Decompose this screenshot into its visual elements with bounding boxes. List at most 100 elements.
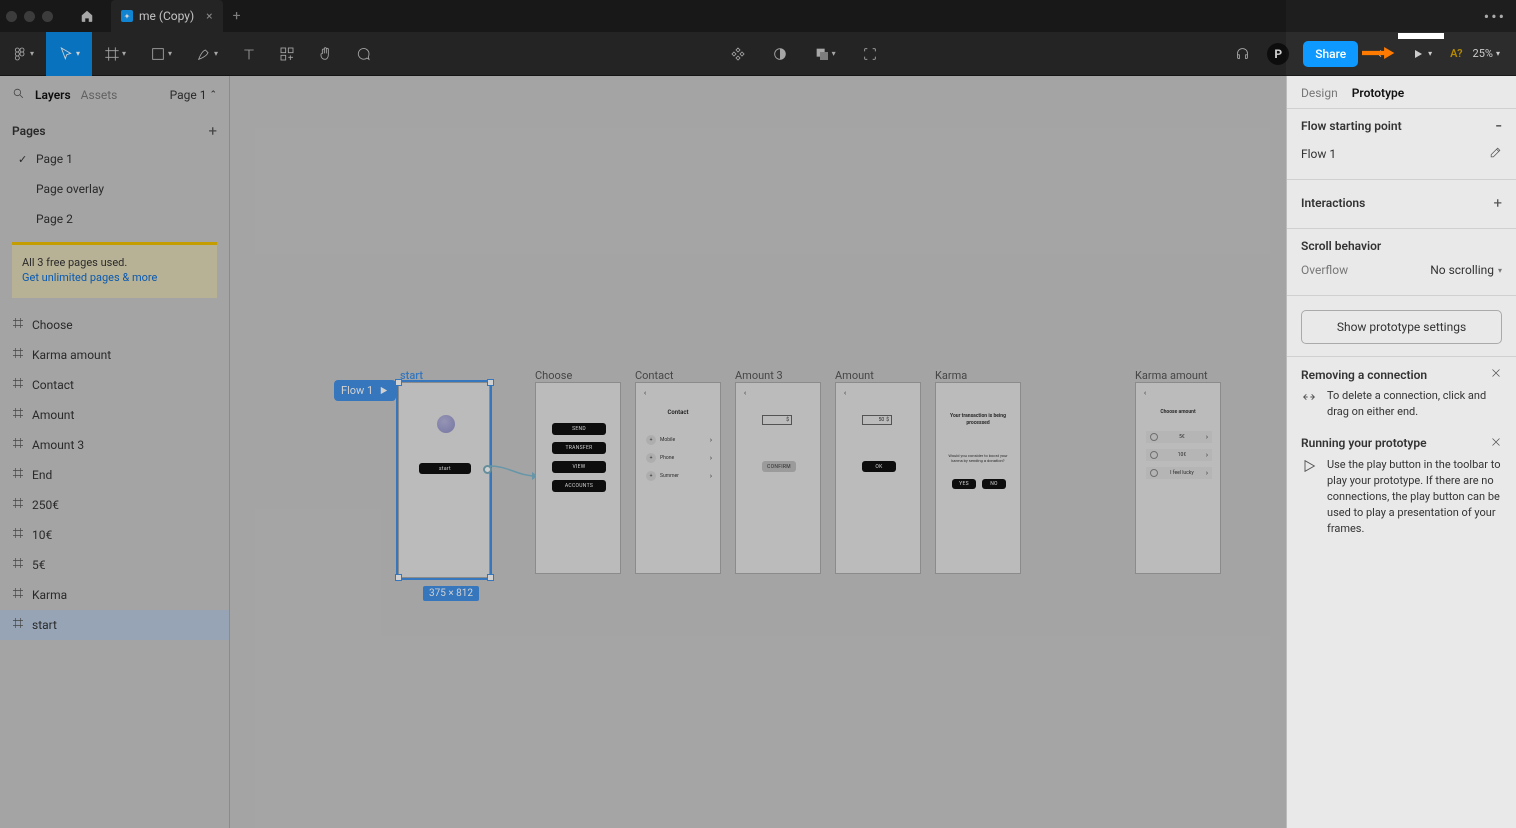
close-window-dot[interactable] bbox=[6, 11, 17, 22]
new-tab-button[interactable]: + bbox=[223, 8, 251, 24]
canvas[interactable]: start Flow 1 start 375 × 812 Choose bbox=[230, 76, 1286, 828]
add-page-button[interactable]: + bbox=[208, 122, 217, 140]
more-menu-icon[interactable]: ••• bbox=[1484, 7, 1506, 26]
back-chevron-icon: ‹ bbox=[644, 389, 646, 397]
resources-button[interactable] bbox=[268, 32, 306, 76]
flow-name[interactable]: Flow 1 bbox=[1301, 147, 1336, 161]
text-tool-button[interactable] bbox=[230, 32, 268, 76]
move-tool-button[interactable]: ▾ bbox=[46, 32, 92, 76]
layer-row[interactable]: Choose bbox=[0, 310, 229, 340]
frame-icon bbox=[104, 46, 120, 62]
figma-logo-icon bbox=[12, 46, 28, 62]
zoom-control[interactable]: 25% ▾ bbox=[1473, 47, 1500, 60]
hand-tool-button[interactable] bbox=[306, 32, 344, 76]
layer-row[interactable]: Karma bbox=[0, 580, 229, 610]
share-button[interactable]: Share bbox=[1303, 41, 1358, 67]
union-icon bbox=[814, 46, 830, 62]
user-avatar[interactable]: P bbox=[1267, 43, 1289, 65]
frame-label[interactable]: Karma amount bbox=[1135, 369, 1208, 382]
home-button[interactable] bbox=[67, 0, 107, 32]
document-tab[interactable]: me (Copy) × bbox=[111, 0, 223, 32]
shape-tool-button[interactable]: ▾ bbox=[138, 32, 184, 76]
flow-start-badge[interactable]: Flow 1 bbox=[334, 380, 396, 401]
prototype-tab[interactable]: Prototype bbox=[1352, 86, 1405, 100]
blob-graphic bbox=[437, 415, 455, 433]
frame-tool-button[interactable]: ▾ bbox=[92, 32, 138, 76]
show-prototype-settings-button[interactable]: Show prototype settings bbox=[1301, 310, 1502, 344]
frame-karma-amount[interactable]: ‹ Choose amount 5€› 10€› I feel lucky› bbox=[1135, 382, 1221, 574]
dev-mode-button[interactable] bbox=[1366, 39, 1400, 69]
layer-row-selected[interactable]: start bbox=[0, 610, 229, 640]
layer-row[interactable]: 10€ bbox=[0, 520, 229, 550]
ka-row: I feel lucky› bbox=[1146, 467, 1212, 479]
tip2-body: Use the play button in the toolbar to pl… bbox=[1327, 457, 1502, 537]
dismiss-tip-button[interactable] bbox=[1490, 436, 1502, 451]
comment-tool-button[interactable] bbox=[344, 32, 382, 76]
page-row[interactable]: ✓ Page 1 bbox=[0, 144, 229, 174]
frame-label-start[interactable]: start bbox=[400, 369, 423, 382]
layer-name: Amount 3 bbox=[32, 438, 84, 452]
choose-btn: VIEW bbox=[552, 461, 606, 473]
zoom-value: 25% bbox=[1473, 47, 1493, 60]
check-icon: ✓ bbox=[18, 153, 32, 166]
frame-choose[interactable]: SEND TRANSFER VIEW ACCOUNTS bbox=[535, 382, 621, 574]
edit-icon bbox=[1489, 146, 1502, 159]
layer-row[interactable]: Amount 3 bbox=[0, 430, 229, 460]
frame-amount[interactable]: ‹ 50 $ OK bbox=[835, 382, 921, 574]
missing-fonts-button[interactable]: A? bbox=[1450, 47, 1462, 60]
boolean-icon-center[interactable]: ▾ bbox=[808, 32, 842, 76]
start-frame-button: start bbox=[419, 463, 471, 474]
maximize-window-dot[interactable] bbox=[42, 11, 53, 22]
frame-amount3[interactable]: ‹ $ CONFIRM bbox=[735, 382, 821, 574]
layers-tab[interactable]: Layers bbox=[35, 88, 71, 102]
layer-row[interactable]: 5€ bbox=[0, 550, 229, 580]
search-icon[interactable] bbox=[12, 87, 25, 103]
frame-label[interactable]: Karma bbox=[935, 369, 967, 382]
frame-label[interactable]: Amount bbox=[835, 369, 874, 382]
frame-start[interactable]: start bbox=[398, 382, 490, 578]
promo-link[interactable]: Get unlimited pages & more bbox=[22, 271, 157, 284]
mask-icon-center[interactable] bbox=[766, 32, 794, 76]
prototype-noodle[interactable] bbox=[488, 458, 538, 486]
frame-karma[interactable]: Your transaction is being processed Woul… bbox=[935, 382, 1021, 574]
cursor-icon bbox=[58, 46, 74, 62]
flow-section-title: Flow starting point bbox=[1301, 119, 1402, 133]
frame-contact[interactable]: ‹ Contact +Mobile› +Phone› +Summer› bbox=[635, 382, 721, 574]
frame-label[interactable]: Amount 3 bbox=[735, 369, 783, 382]
main-menu-button[interactable]: ▾ bbox=[0, 32, 46, 76]
karma-yes: YES bbox=[952, 479, 976, 489]
hand-icon bbox=[317, 46, 333, 62]
add-interaction-button[interactable]: + bbox=[1493, 194, 1502, 212]
present-button[interactable]: ▾ bbox=[1402, 39, 1440, 69]
overflow-select[interactable]: No scrolling ▾ bbox=[1430, 263, 1502, 277]
layer-row[interactable]: End bbox=[0, 460, 229, 490]
link-icon-center[interactable] bbox=[856, 32, 884, 76]
component-icon-center[interactable] bbox=[724, 32, 752, 76]
layer-row[interactable]: Contact bbox=[0, 370, 229, 400]
selection-handle[interactable] bbox=[395, 574, 402, 581]
selection-handle[interactable] bbox=[395, 379, 402, 386]
frame-label[interactable]: Contact bbox=[635, 369, 673, 382]
remove-flow-button[interactable]: − bbox=[1495, 119, 1502, 133]
tab-title: me (Copy) bbox=[139, 9, 194, 23]
page-row[interactable]: Page 2 bbox=[0, 204, 229, 234]
selection-handle[interactable] bbox=[487, 379, 494, 386]
back-chevron-icon: ‹ bbox=[844, 389, 846, 397]
assets-tab[interactable]: Assets bbox=[81, 88, 118, 102]
minimize-window-dot[interactable] bbox=[24, 11, 35, 22]
page-selector[interactable]: Page 1 ⌃ bbox=[170, 88, 217, 102]
layer-row[interactable]: Karma amount bbox=[0, 340, 229, 370]
page-row[interactable]: Page overlay bbox=[0, 174, 229, 204]
edit-flow-button[interactable] bbox=[1489, 146, 1502, 162]
tab-close-icon[interactable]: × bbox=[206, 9, 212, 23]
selection-handle[interactable] bbox=[487, 574, 494, 581]
layer-name: 5€ bbox=[32, 558, 46, 572]
layer-row[interactable]: Amount bbox=[0, 400, 229, 430]
headphones-button[interactable] bbox=[1225, 39, 1259, 69]
design-tab[interactable]: Design bbox=[1301, 86, 1338, 100]
layer-row[interactable]: 250€ bbox=[0, 490, 229, 520]
pen-tool-button[interactable]: ▾ bbox=[184, 32, 230, 76]
traffic-lights bbox=[6, 11, 53, 22]
dismiss-tip-button[interactable] bbox=[1490, 367, 1502, 382]
frame-label[interactable]: Choose bbox=[535, 369, 572, 382]
